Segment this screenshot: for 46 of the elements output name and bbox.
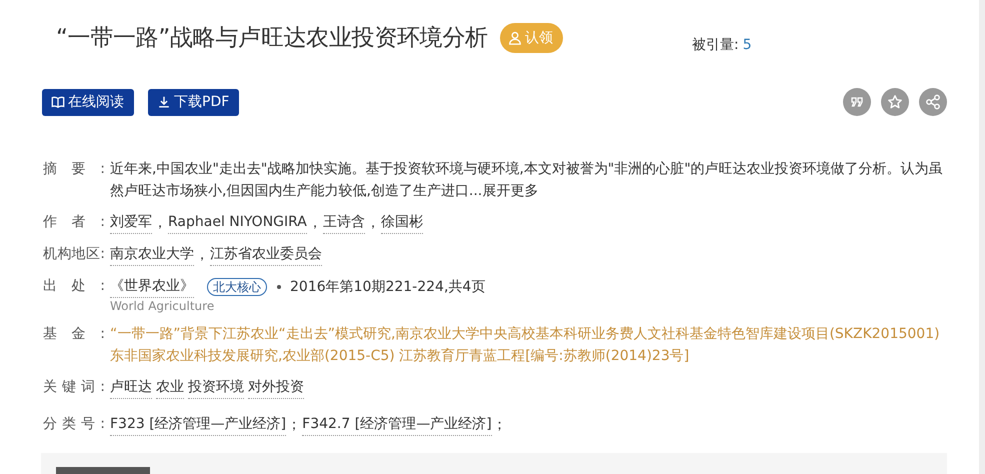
issue-text: 2016年第10期221-224,共4页 xyxy=(290,278,486,296)
field-label: 关键词: xyxy=(43,378,105,397)
expand-link[interactable]: 展开更多 xyxy=(482,183,538,199)
star-icon xyxy=(887,94,903,110)
citation-count[interactable]: 5 xyxy=(742,37,752,53)
share-icon xyxy=(925,94,941,110)
field-link[interactable]: F342.7 [经济管理—产业经济] xyxy=(302,413,492,436)
separator: ； xyxy=(287,416,302,434)
field-link[interactable]: 王诗含 xyxy=(322,211,365,234)
citation-label: 被引量: xyxy=(692,37,739,53)
field-label: 分类号: xyxy=(43,415,105,434)
field-link[interactable]: 卢旺达 xyxy=(110,376,152,399)
field-link[interactable]: 农业 xyxy=(156,376,184,399)
download-icon xyxy=(157,95,171,109)
abstract-text: 近年来,中国农业"走出去"战略加快实施。基于投资软环境与硬环境,本文对被誉为"非洲的心脏"的卢旺达农业投资环境做了分析。认为虽然卢旺达市场狭小,但因国内生产能力较低,创造了生产进口...展开更多 xyxy=(110,160,944,201)
journal-link[interactable]: 《世界农业》 xyxy=(110,275,194,298)
field-link[interactable]: 徐国彬 xyxy=(380,211,423,234)
separator: ； xyxy=(492,416,507,434)
separator: ， xyxy=(366,214,380,232)
field-link[interactable]: 江苏省农业委员会 xyxy=(210,243,322,266)
read-button[interactable]: 在线阅读 xyxy=(42,88,134,116)
book-icon xyxy=(51,95,65,109)
journal-subtitle: World Agriculture xyxy=(110,298,216,314)
field-link[interactable]: 对外投资 xyxy=(248,376,304,399)
fund-text: “一带一路”背景下江苏农业“走出去”模式研究,南京农业大学中央高校基本科研业务费人文社科基金特色智库建设项目(SKZK2015001) 东非国家农业科技发展研究,农业部(2015-C5) 江苏教育厅青蓝工程[编号:苏教师(2014)23号] xyxy=(110,325,941,366)
field-label: 摘要: xyxy=(43,160,105,179)
favorite-button[interactable] xyxy=(881,88,909,116)
separator: ， xyxy=(308,214,322,232)
bullet-dot xyxy=(277,284,281,288)
quote-button[interactable] xyxy=(843,88,871,116)
field-link[interactable]: Raphael NIYONGIRA xyxy=(168,211,307,234)
field-link[interactable]: 投资环境 xyxy=(188,376,244,399)
separator: ， xyxy=(195,246,209,264)
share-button[interactable] xyxy=(919,88,947,116)
field-label: 作者: xyxy=(43,213,105,232)
separator: ， xyxy=(153,214,167,232)
field-label: 基金: xyxy=(43,325,105,344)
user-icon xyxy=(508,30,522,44)
field-link[interactable]: 刘爱军 xyxy=(110,211,152,234)
field-link[interactable]: F323 [经济管理—产业经济] xyxy=(110,413,286,436)
core-badge: 北大核心 xyxy=(207,278,267,296)
download-button[interactable]: 下载PDF xyxy=(148,88,240,116)
field-label: 出处: xyxy=(43,277,105,296)
field-link[interactable]: 南京农业大学 xyxy=(110,243,194,266)
field-label: 机构地区: xyxy=(43,245,105,264)
article-title: “一带一路”战略与卢旺达农业投资环境分析 xyxy=(56,24,488,53)
